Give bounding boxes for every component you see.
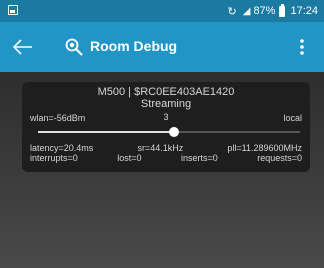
zoom-search-icon[interactable] — [62, 35, 86, 59]
sample-rate-stat: sr=44.1kHz — [137, 143, 184, 153]
level-slider[interactable] — [38, 127, 300, 137]
latency-stat: latency=20.4ms — [30, 143, 94, 153]
stream-state: Streaming — [140, 98, 192, 110]
page-title: Room Debug — [90, 38, 178, 54]
device-name: M500 | $RC0EE403AE1420 — [97, 86, 235, 98]
image-notification-icon — [8, 5, 18, 15]
slider-value: 3 — [163, 112, 169, 122]
sync-icon: ↻ — [227, 5, 237, 18]
lost-stat: lost=0 — [117, 153, 142, 163]
more-vert-icon[interactable] — [290, 35, 314, 59]
inserts-stat: inserts=0 — [180, 153, 218, 163]
interrupts-stat: interrupts=0 — [30, 153, 78, 163]
status-indicators: ↻ ◢ 87% 17:24 — [227, 3, 318, 18]
requests-stat: requests=0 — [257, 153, 302, 163]
slider-fill — [38, 131, 175, 133]
back-arrow-icon[interactable] — [10, 34, 36, 60]
clock: 17:24 — [290, 5, 318, 17]
location-label: local — [283, 113, 302, 123]
battery-icon — [279, 3, 286, 17]
device-debug-card: M500 | $RC0EE403AE1420 Streaming wlan=-5… — [22, 82, 310, 172]
stats-row-2: interrupts=0 lost=0 inserts=0 requests=0 — [30, 153, 302, 163]
app-bar: Room Debug — [0, 22, 324, 72]
stats-row-1: latency=20.4ms sr=44.1kHz pll=11.289600M… — [30, 143, 302, 153]
battery-percent: 87% — [253, 5, 276, 17]
slider-thumb[interactable] — [169, 127, 180, 137]
status-bar: ↻ ◢ 87% 17:24 — [0, 0, 324, 22]
wifi-signal-icon: ◢ — [242, 5, 251, 17]
pll-stat: pll=11.289600MHz — [227, 143, 302, 153]
